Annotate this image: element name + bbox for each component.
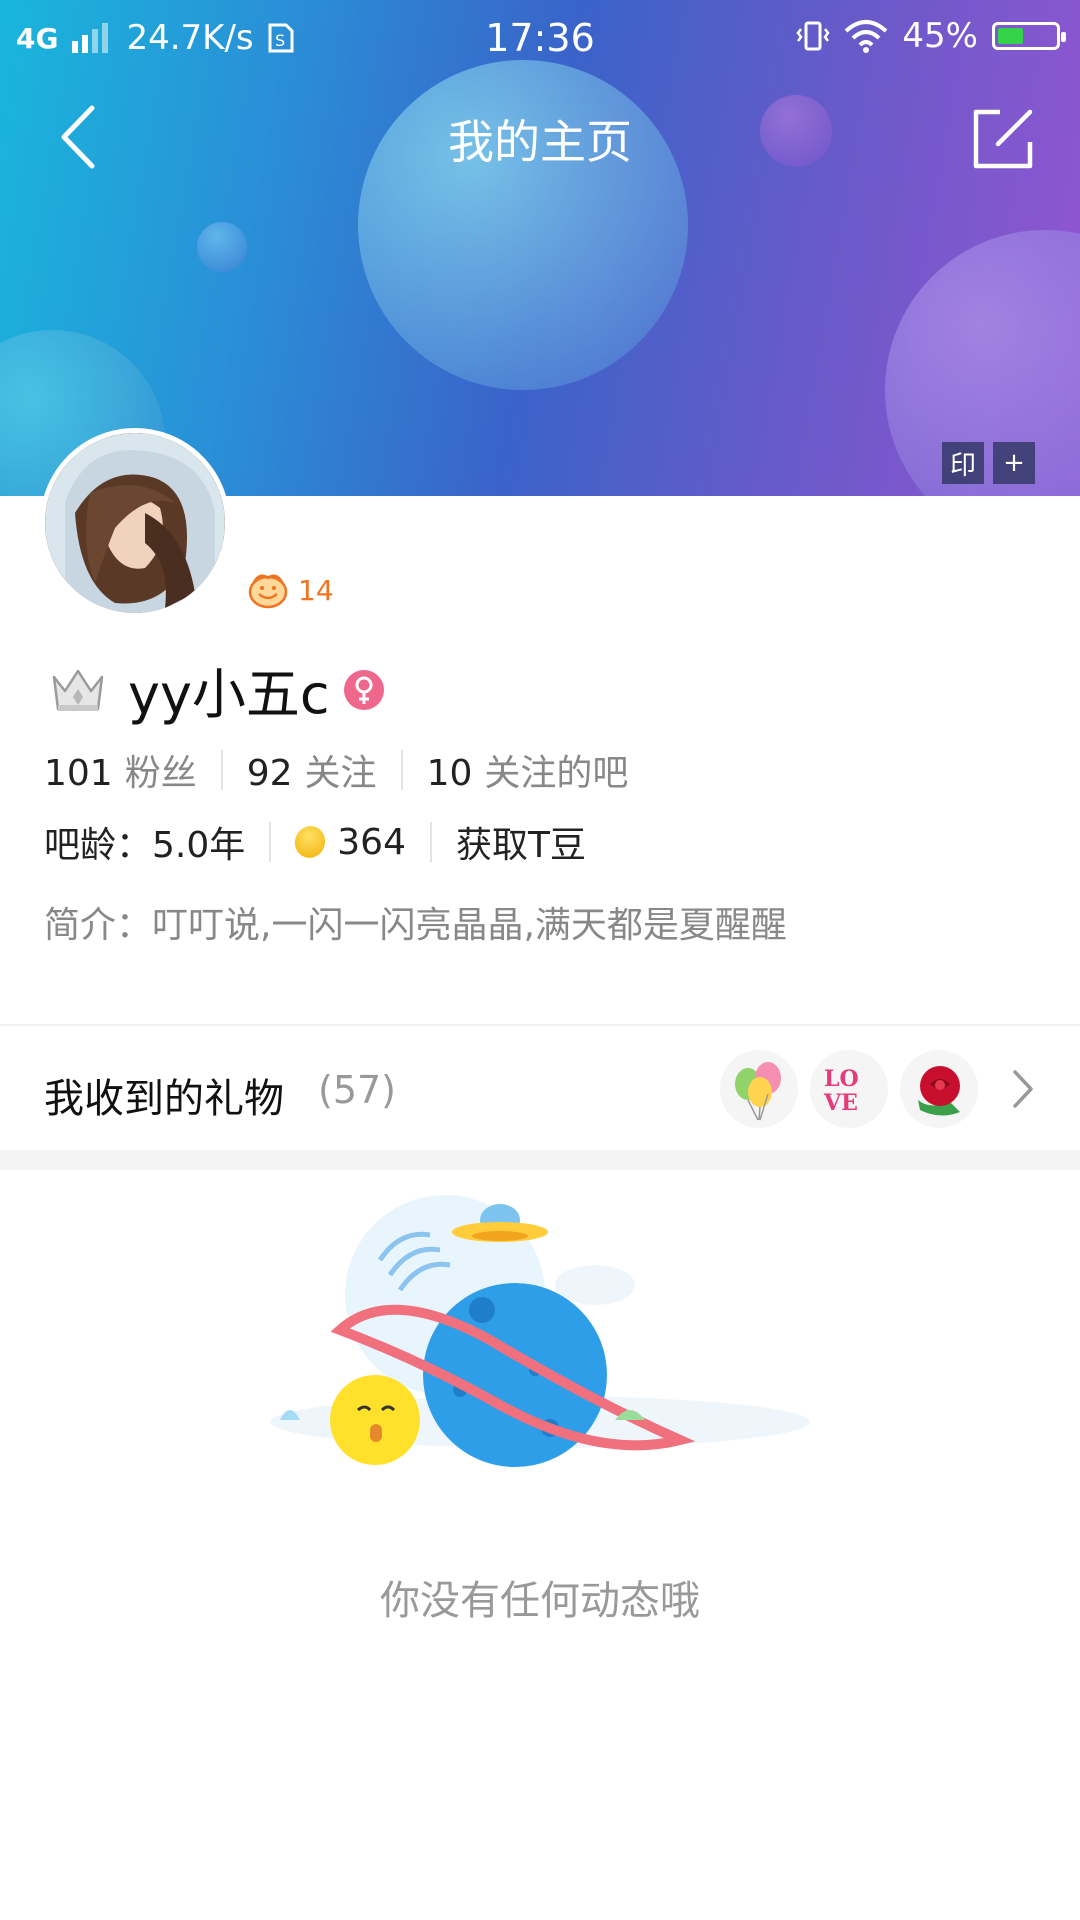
following-count: 92 (246, 753, 293, 794)
level-badge-icon (248, 574, 288, 609)
gifts-count: (57) (318, 1068, 397, 1112)
balloons-gift-icon (720, 1050, 798, 1128)
followed-bars-count: 10 (426, 753, 473, 794)
account-info-row: 吧龄： 5.0年 364 获取T豆 (44, 816, 586, 868)
edit-button[interactable] (972, 108, 1034, 170)
rose-gift-icon (900, 1050, 978, 1128)
divider (430, 822, 432, 862)
battery-level (998, 28, 1024, 44)
bar-age-value: 5.0年 (152, 825, 246, 866)
bar-age-label: 吧龄： (44, 825, 153, 866)
female-gender-icon (343, 669, 384, 710)
following-label: 关注 (304, 753, 377, 794)
crown-icon[interactable] (50, 665, 106, 715)
profile-banner[interactable]: 4G 24.7K/s S 17:36 45% 我的主页 印 + (0, 0, 1080, 496)
decor-bubble (197, 222, 247, 272)
followers-stat[interactable]: 101 粉丝 (44, 744, 197, 796)
stats-row: 101 粉丝 92 关注 10 关注的吧 (44, 744, 628, 796)
followers-count: 101 (44, 753, 113, 794)
gifts-label: 我收到的礼物 (44, 1076, 284, 1122)
empty-state-message: 你没有任何动态哦 (380, 1578, 700, 1624)
divider (269, 822, 272, 862)
svg-text:LO: LO (824, 1066, 859, 1092)
username: yy小五c (128, 663, 330, 726)
bio-text: 叮叮说,一闪一闪亮晶晶,满天都是夏醒醒 (152, 905, 787, 946)
followed-bars-label: 关注的吧 (484, 753, 629, 794)
chevron-right-icon[interactable] (1010, 1068, 1036, 1110)
divider (220, 750, 223, 790)
avatar-image (45, 433, 225, 613)
svg-text:VE: VE (823, 1090, 858, 1116)
get-tdou-link[interactable]: 获取T豆 (456, 816, 586, 868)
divider (400, 750, 403, 790)
followed-bars-stat[interactable]: 10 关注的吧 (427, 744, 629, 796)
add-cover-button[interactable]: + (993, 442, 1035, 484)
status-bar: 4G 24.7K/s S 17:36 45% (0, 0, 1080, 76)
section-divider (0, 1150, 1080, 1170)
bio-label: 简介： (44, 905, 153, 946)
avatar[interactable] (40, 428, 230, 618)
love-gift-icon: LO VE (810, 1050, 888, 1128)
tdou-bean-icon (290, 821, 330, 863)
tdou-balance[interactable]: 364 (290, 821, 406, 863)
stamp-button[interactable]: 印 (942, 442, 984, 484)
followers-label: 粉丝 (124, 753, 197, 794)
tdou-count: 364 (337, 821, 406, 863)
following-stat[interactable]: 92 关注 (247, 744, 377, 796)
battery-icon (992, 22, 1066, 50)
name-row: yy小五c (50, 650, 384, 729)
vibrate-icon (796, 21, 830, 51)
wifi-icon (845, 20, 888, 53)
battery-percent: 45% (902, 16, 978, 56)
bio: 简介：叮叮说,一闪一闪亮晶晶,满天都是夏醒醒 (44, 896, 787, 948)
user-level[interactable]: 14 (246, 570, 334, 610)
page-title: 我的主页 (448, 115, 632, 169)
gifts-row[interactable]: 我收到的礼物 (57) LO VE (0, 1026, 1080, 1150)
empty-planet-illustration (270, 1195, 810, 1467)
level-number: 14 (298, 573, 334, 607)
